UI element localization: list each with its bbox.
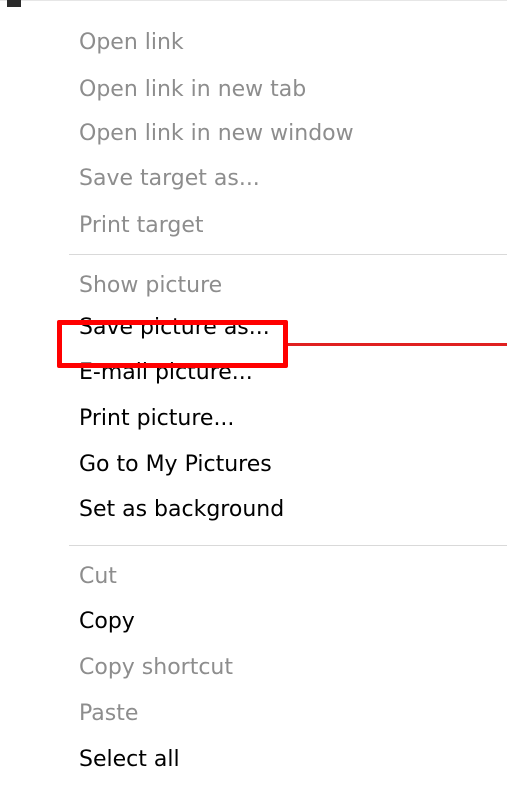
window-corner-icon: [7, 0, 21, 7]
menu-item-copy-shortcut[interactable]: Copy shortcut: [79, 648, 233, 688]
menu-item-select-all[interactable]: Select all: [79, 740, 180, 780]
menu-item-open-link-new-window[interactable]: Open link in new window: [79, 114, 354, 154]
menu-item-print-picture[interactable]: Print picture...: [79, 399, 234, 439]
annotation-highlight-box: [57, 320, 288, 368]
menu-item-print-target[interactable]: Print target: [79, 206, 204, 246]
menu-item-paste[interactable]: Paste: [79, 694, 138, 734]
menu-item-go-to-my-pictures[interactable]: Go to My Pictures: [79, 445, 272, 485]
menu-item-open-link-new-tab[interactable]: Open link in new tab: [79, 70, 306, 110]
context-menu: Open link Open link in new tab Open link…: [0, 18, 507, 789]
menu-item-save-target-as[interactable]: Save target as...: [79, 159, 260, 199]
menu-item-open-link[interactable]: Open link: [79, 23, 184, 63]
context-menu-screenshot: Open link Open link in new tab Open link…: [0, 0, 507, 789]
window-top-edge: [0, 0, 507, 11]
menu-item-set-as-background[interactable]: Set as background: [79, 490, 284, 530]
menu-item-cut[interactable]: Cut: [79, 557, 117, 597]
menu-separator: [69, 254, 507, 255]
menu-item-show-picture[interactable]: Show picture: [79, 266, 222, 306]
annotation-pointer-line: [288, 343, 507, 346]
menu-item-copy[interactable]: Copy: [79, 602, 135, 642]
menu-separator: [69, 545, 507, 546]
